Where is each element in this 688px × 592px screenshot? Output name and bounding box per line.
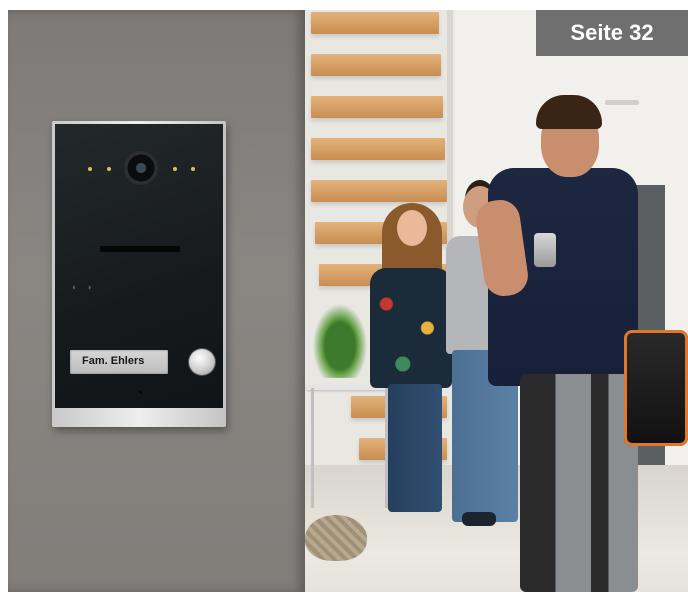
led-indicator xyxy=(191,167,195,171)
smartphone-icon xyxy=(534,233,556,267)
name-plate: Fam. Ehlers xyxy=(70,350,168,374)
led-indicator xyxy=(107,167,111,171)
ceiling-light xyxy=(605,100,639,105)
potted-plant xyxy=(309,298,371,378)
bell-button xyxy=(189,349,215,375)
page-badge-label: Seite 32 xyxy=(570,20,654,45)
man-shoe xyxy=(462,512,496,526)
knitted-pouf xyxy=(305,515,367,561)
name-plate-label: Fam. Ehlers xyxy=(82,355,145,367)
microphone-icon xyxy=(139,391,142,394)
tool-bag xyxy=(624,330,688,446)
door-station: ◖ ◗ Fam. Ehlers xyxy=(52,121,226,427)
stair-step xyxy=(311,96,443,118)
speaker-slot xyxy=(100,246,180,252)
stair-step xyxy=(311,138,445,160)
led-indicator xyxy=(173,167,177,171)
camera-lens-icon xyxy=(124,151,158,185)
woman-floral-blouse xyxy=(370,268,452,388)
woman-jeans xyxy=(388,384,442,512)
page-badge: Seite 32 xyxy=(536,10,688,56)
stair-step xyxy=(311,12,439,34)
woman-face xyxy=(397,210,427,246)
led-indicator xyxy=(88,167,92,171)
shelf-leg xyxy=(311,388,314,508)
door-station-panel: ◖ ◗ Fam. Ehlers xyxy=(55,124,223,408)
hearing-aid-icon: ◖ ◗ xyxy=(71,282,97,292)
technician-work-trousers xyxy=(520,374,638,592)
stair-step xyxy=(311,54,441,76)
photo-scene: ◖ ◗ Fam. Ehlers Seite 32 xyxy=(0,0,688,592)
stair-step xyxy=(311,180,447,202)
